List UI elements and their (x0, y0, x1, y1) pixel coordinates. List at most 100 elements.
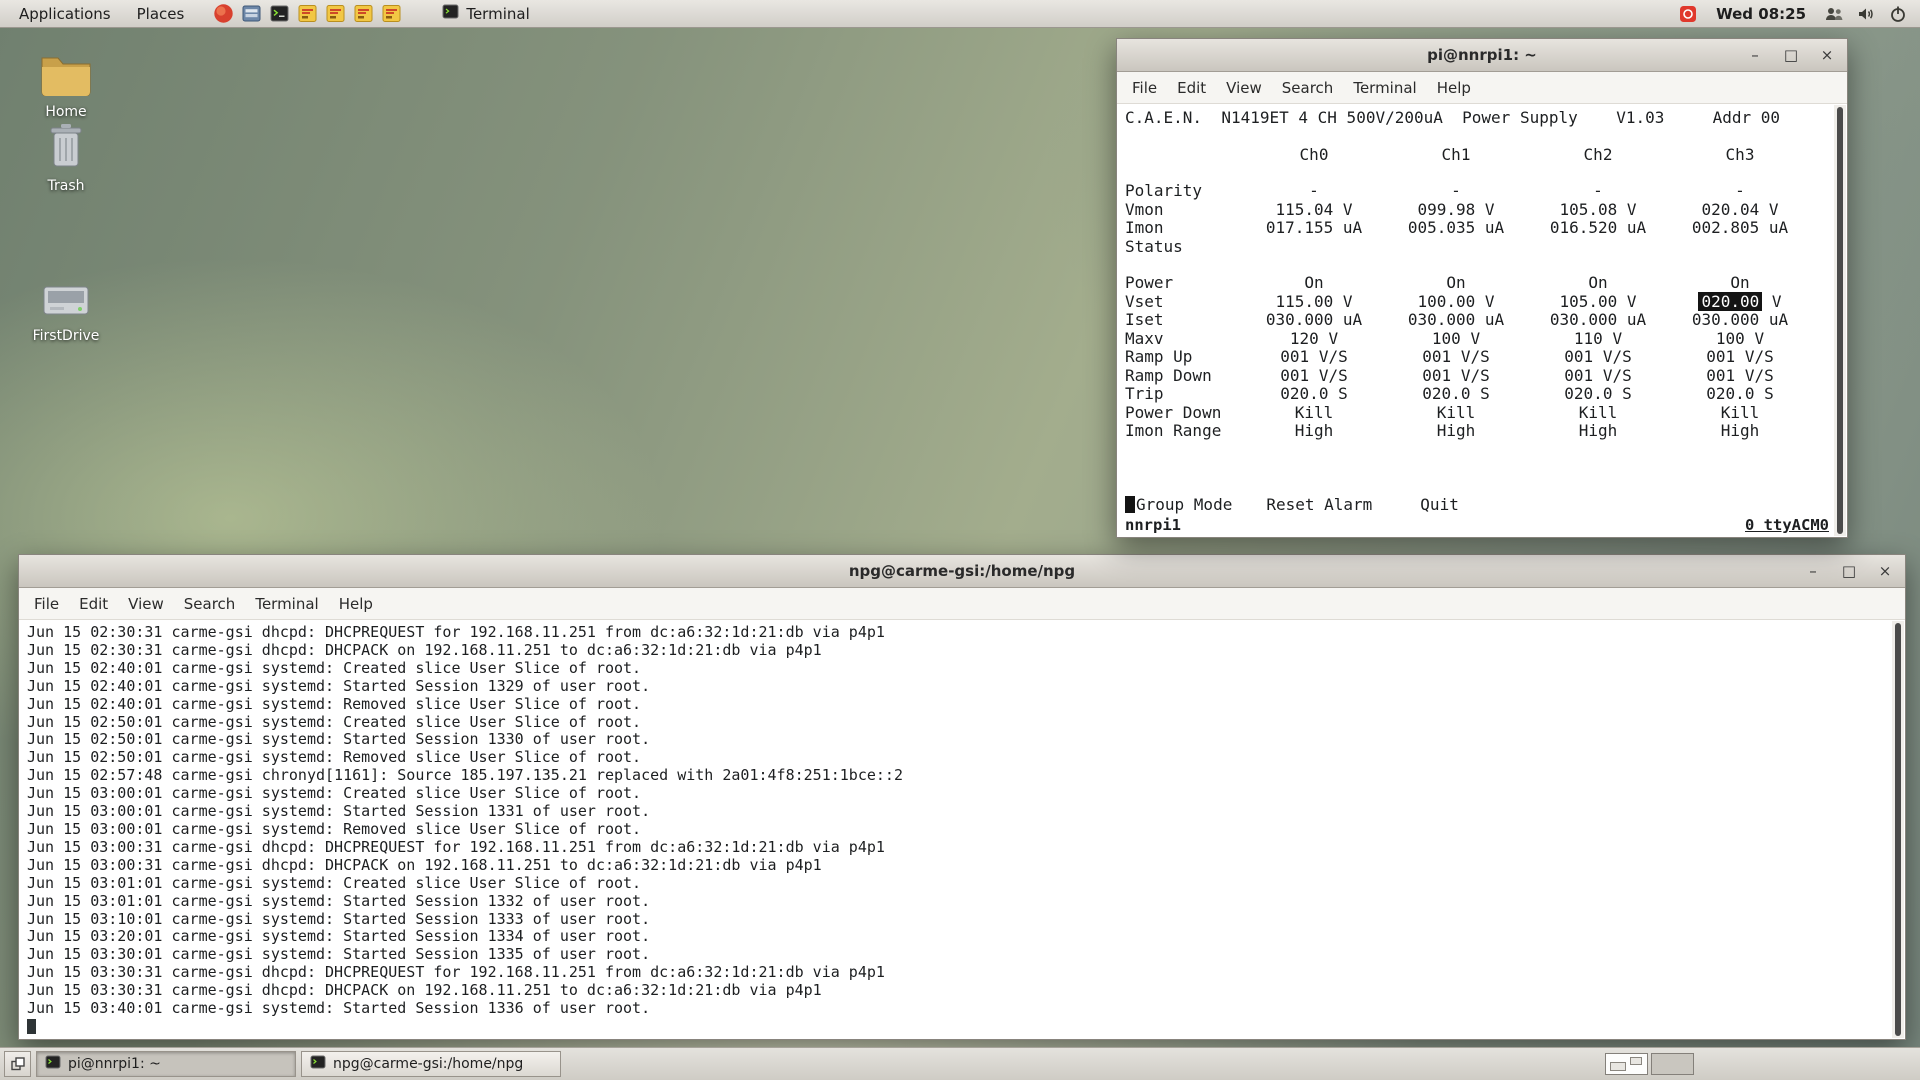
menu-item[interactable]: Terminal (245, 590, 328, 618)
vset-ch3-unit: V (1762, 291, 1782, 311)
scrollbar-thumb[interactable] (1895, 623, 1901, 1036)
ps-row-imon-range: Imon Range High High High High (1125, 421, 1760, 440)
footer-menu-quit: Quit (1420, 494, 1459, 514)
menu-item[interactable]: Search (174, 590, 246, 618)
maximize-button[interactable]: □ (1839, 561, 1859, 581)
window-title: pi@nnrpi1: ~ (1427, 46, 1537, 64)
panel-window-button[interactable]: Terminal (432, 1, 539, 26)
scrollbar-thumb[interactable] (1837, 107, 1843, 534)
menu-item[interactable]: Terminal (1343, 74, 1426, 102)
terminal-launcher-icon[interactable] (269, 3, 290, 24)
terminal-window-npg: npg@carme-gsi:/home/npg – □ × File Edit Vi… (18, 554, 1906, 1040)
menu-item[interactable]: File (1122, 74, 1167, 102)
title-bar[interactable]: npg@carme-gsi:/home/npg – □ × (19, 555, 1905, 588)
log-line: Jun 15 03:00:31 carme-gsi dhcpd: DHCPACK… (27, 855, 822, 874)
panel-launchers (213, 3, 402, 24)
terminal-window-pi: pi@nnrpi1: ~ – □ × File Edit View Search Ter… (1116, 38, 1848, 538)
top-panel: Applications Places Terminal Wed 08:25 (0, 0, 1920, 28)
terminal-screen[interactable]: Jun 15 02:30:31 carme-gsi dhcpd: DHCPREQ… (19, 620, 1905, 1039)
volume-icon[interactable] (1856, 4, 1876, 24)
menu-item[interactable]: File (24, 590, 69, 618)
taskbar-button-pi[interactable]: pi@nnrpi1: ~ (36, 1051, 296, 1077)
terminal-icon (442, 3, 459, 24)
menu-item[interactable]: View (118, 590, 174, 618)
selected-edit-field[interactable]: 020.00 (1698, 291, 1763, 311)
midas-launcher-icon-1[interactable] (297, 3, 318, 24)
maximize-button[interactable]: □ (1781, 45, 1801, 65)
log-line: Jun 15 02:57:48 carme-gsi chronyd[1161]:… (27, 766, 903, 785)
menu-item[interactable]: Edit (69, 590, 118, 618)
log-line: Jun 15 02:30:31 carme-gsi dhcpd: DHCPREQ… (27, 623, 885, 641)
midas-launcher-icon-3[interactable] (353, 3, 374, 24)
midas-launcher-icon-4[interactable] (381, 3, 402, 24)
show-desktop-button[interactable] (4, 1051, 31, 1077)
prompt-line (27, 1018, 1897, 1036)
channel-header: Ch2 (1583, 144, 1613, 164)
users-icon[interactable] (1824, 4, 1844, 24)
ps-row-iset: Iset 030.000 uA 030.000 uA 030.000 uA 03… (1125, 310, 1789, 329)
taskbar-button-label: pi@nnrpi1: ~ (68, 1056, 161, 1072)
ps-row-power: Power On On On On (1125, 273, 1750, 292)
terminal-cursor (27, 1018, 36, 1034)
tty-label: 0 ttyACM0 (1745, 515, 1829, 534)
desktop-icon-label: Trash (47, 178, 85, 194)
taskbar-button-label: npg@carme-gsi:/home/npg (333, 1056, 524, 1072)
ps-row-vmon: Vmon 115.04 V 099.98 V 105.08 V 020.04 V (1125, 199, 1779, 219)
title-bar[interactable]: pi@nnrpi1: ~ – □ × (1117, 39, 1847, 72)
ps-row-vset: Vset 115.00 V 100.00 V 105.00 V 020.00 V (1125, 291, 1839, 312)
web-browser-icon[interactable] (213, 3, 234, 24)
log-line: Jun 15 03:00:31 carme-gsi dhcpd: DHCPREQ… (27, 837, 885, 856)
taskbar-button-npg[interactable]: npg@carme-gsi:/home/npg (301, 1051, 561, 1077)
log-line: Jun 15 03:01:01 carme-gsi systemd: Start… (27, 891, 651, 910)
terminal-cursor (1125, 496, 1135, 514)
desktop-icon-label: Home (45, 104, 87, 120)
minimize-button[interactable]: – (1803, 561, 1823, 581)
file-manager-icon[interactable] (241, 3, 262, 24)
desktop-icon-home[interactable]: Home (18, 52, 114, 120)
ps-header-line: C.A.E.N. N1419ET 4 CH 500V/200uA Power S… (1125, 108, 1781, 127)
menu-item[interactable]: View (1216, 74, 1272, 102)
menu-item[interactable]: Edit (1167, 74, 1216, 102)
scrollbar[interactable] (1892, 621, 1904, 1038)
menu-item[interactable]: Help (1427, 74, 1481, 102)
close-button[interactable]: × (1817, 45, 1837, 65)
mini-window (1610, 1062, 1626, 1071)
menu-item[interactable]: Search (1272, 74, 1344, 102)
taskbar: pi@nnrpi1: ~ npg@carme-gsi:/home/npg (0, 1047, 1920, 1080)
clock[interactable]: Wed 08:25 (1716, 5, 1806, 23)
applications-menu[interactable]: Applications (8, 2, 122, 26)
log-line: Jun 15 03:30:31 carme-gsi dhcpd: DHCPREQ… (27, 963, 885, 982)
workspace-switcher (1605, 1053, 1694, 1075)
log-line: Jun 15 03:01:01 carme-gsi systemd: Creat… (27, 873, 642, 892)
log-output: Jun 15 02:30:31 carme-gsi dhcpd: DHCPREQ… (27, 623, 1897, 1018)
workspace-2[interactable] (1651, 1053, 1694, 1075)
desktop-icon-label: FirstDrive (32, 328, 100, 344)
vset-ch3-cell: 020.00 V (1669, 291, 1811, 312)
terminal-menubar: File Edit View Search Terminal Help (19, 588, 1905, 620)
ps-row-ramp-down: Ramp Down 001 V/S 001 V/S 001 V/S 001 V/… (1125, 365, 1774, 385)
desktop-icon-firstdrive[interactable]: FirstDrive (18, 282, 114, 344)
places-menu[interactable]: Places (126, 2, 196, 26)
desktop: Applications Places Terminal Wed 08:25 H… (0, 0, 1920, 1080)
ps-row-trip: Trip 020.0 S 020.0 S 020.0 S 020.0 S (1125, 384, 1774, 403)
desktop-icon-trash[interactable]: Trash (18, 122, 114, 194)
tray-red-badge-icon[interactable] (1678, 4, 1698, 24)
log-line: Jun 15 03:00:01 carme-gsi systemd: Remov… (27, 819, 642, 838)
workspace-1[interactable] (1605, 1053, 1648, 1075)
mini-window (1630, 1057, 1642, 1065)
menu-item[interactable]: Help (329, 590, 383, 618)
channel-header: Ch1 (1441, 144, 1471, 164)
midas-launcher-icon-2[interactable] (325, 3, 346, 24)
log-line: Jun 15 03:00:01 carme-gsi systemd: Creat… (27, 784, 642, 803)
log-line: Jun 15 02:40:01 carme-gsi systemd: Remov… (27, 694, 642, 713)
minimize-button[interactable]: – (1745, 45, 1765, 65)
ps-row-imon: Imon 017.155 uA 005.035 uA 016.520 uA 00… (1125, 218, 1789, 237)
panel-window-label: Terminal (466, 4, 530, 23)
close-button[interactable]: × (1875, 561, 1895, 581)
terminal-screen[interactable]: C.A.E.N. N1419ET 4 CH 500V/200uA Power S… (1117, 104, 1847, 537)
footer-menu-reset-alarm: Reset Alarm (1266, 494, 1373, 514)
ps-channel-headers: Ch0 Ch1 Ch2 Ch3 (1125, 144, 1839, 165)
power-icon[interactable] (1888, 4, 1908, 24)
scrollbar[interactable] (1834, 105, 1846, 536)
channel-header: Ch3 (1725, 144, 1755, 164)
